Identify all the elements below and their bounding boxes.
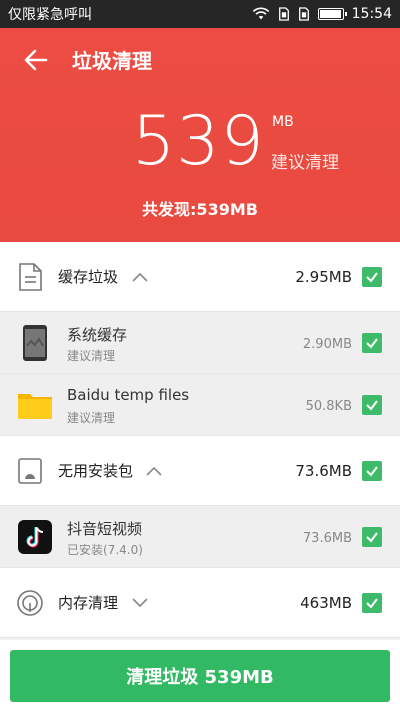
status-bar: 仅限紧急呼叫 15:54 xyxy=(0,0,400,28)
item-checkbox[interactable] xyxy=(362,333,382,353)
sim1-icon xyxy=(278,7,289,21)
clean-junk-button[interactable]: 清理垃圾 539MB xyxy=(10,650,390,702)
bottom-action-bar: 清理垃圾 539MB xyxy=(0,640,400,711)
item-name: 系统缓存 xyxy=(67,326,128,344)
section-title: 内存清理 xyxy=(58,594,119,612)
page-title: 垃圾清理 xyxy=(72,49,152,73)
total-junk-unit: MB xyxy=(272,114,294,130)
item-name: 抖音短视频 xyxy=(67,520,143,538)
item-size: 73.6MB xyxy=(302,531,352,546)
section-size: 463MB xyxy=(300,593,352,612)
section-checkbox[interactable] xyxy=(362,592,382,613)
item-sub: 建议清理 xyxy=(67,349,116,363)
status-icons: 15:54 xyxy=(252,6,392,22)
memory-gauge-icon xyxy=(17,590,43,616)
total-junk-number: 539 xyxy=(132,102,265,181)
back-arrow-icon[interactable] xyxy=(22,46,50,74)
item-checkbox[interactable] xyxy=(362,395,382,415)
list-item[interactable]: 抖音短视频 已安装(7.4.0) 73.6MB xyxy=(0,506,400,568)
section-size: 73.6MB xyxy=(295,461,352,480)
wifi-icon xyxy=(252,7,269,20)
document-icon xyxy=(19,263,42,291)
section-checkbox[interactable] xyxy=(362,460,382,481)
status-time: 15:54 xyxy=(351,6,392,22)
carrier-text: 仅限紧急呼叫 xyxy=(8,7,92,23)
battery-icon xyxy=(317,8,347,20)
chevron-up-icon[interactable] xyxy=(146,466,162,476)
item-sub: 已安装(7.4.0) xyxy=(67,543,143,557)
item-sub: 建议清理 xyxy=(67,411,116,425)
phone-icon xyxy=(23,325,47,361)
section-cache-junk[interactable]: 缓存垃圾 2.95MB xyxy=(0,242,400,312)
summary-header: 垃圾清理 539 MB 建议清理 共发现:539MB xyxy=(0,28,400,242)
item-checkbox[interactable] xyxy=(362,527,382,547)
section-title: 无用安装包 xyxy=(58,462,134,480)
suggest-label: 建议清理 xyxy=(271,153,339,173)
item-name: Baidu temp files xyxy=(67,386,190,404)
apk-package-icon xyxy=(18,458,42,484)
folder-icon xyxy=(18,394,52,419)
sim2-icon xyxy=(298,7,309,21)
section-checkbox[interactable] xyxy=(362,266,382,287)
list-item[interactable]: Baidu temp files 建议清理 50.8KB xyxy=(0,374,400,436)
list-item[interactable]: 系统缓存 建议清理 2.90MB xyxy=(0,312,400,374)
found-summary: 共发现:539MB xyxy=(142,200,258,219)
item-size: 2.90MB xyxy=(302,337,352,352)
chevron-down-icon[interactable] xyxy=(132,597,148,608)
section-useless-apk[interactable]: 无用安装包 73.6MB xyxy=(0,436,400,506)
section-title: 缓存垃圾 xyxy=(58,268,119,286)
tiktok-icon xyxy=(18,520,52,554)
item-size: 50.8KB xyxy=(305,399,352,414)
section-size: 2.95MB xyxy=(295,267,352,286)
section-memory-clean[interactable]: 内存清理 463MB xyxy=(0,568,400,638)
chevron-up-icon[interactable] xyxy=(132,272,148,282)
junk-list: 缓存垃圾 2.95MB 系统缓存 建议清理 2.90MB Baidu temp … xyxy=(0,242,400,638)
